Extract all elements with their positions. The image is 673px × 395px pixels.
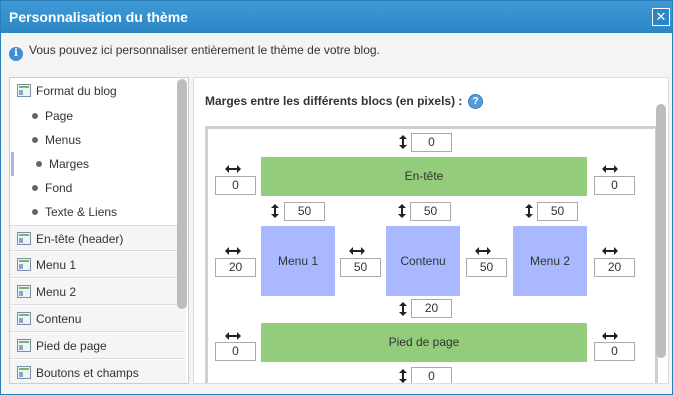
main-panel: Marges entre les différents blocs (en pi…	[193, 77, 669, 384]
sidebar-item-label: En-tête (header)	[36, 232, 124, 246]
vertical-resize-icon	[271, 204, 279, 218]
sidebar-item-boutons-champs[interactable]: Boutons et champs	[10, 360, 186, 383]
main-scrollbar[interactable]	[656, 104, 666, 358]
sidebar-subitem-texte-liens[interactable]: Texte & Liens	[10, 200, 186, 224]
layout-icon	[17, 312, 31, 325]
horizontal-resize-icon	[602, 165, 618, 173]
menu2-right-margin-input[interactable]: 20	[594, 258, 635, 277]
sidebar-item-pied-de-page[interactable]: Pied de page	[10, 333, 186, 359]
horizontal-resize-icon	[475, 247, 491, 255]
dialog-title: Personnalisation du thème	[9, 9, 188, 25]
content-block[interactable]: Contenu	[386, 226, 460, 296]
sidebar-item-label: Marges	[49, 157, 90, 171]
sidebar-item-label: Format du blog	[36, 84, 117, 98]
horizontal-resize-icon	[349, 247, 365, 255]
sidebar-subitem-page[interactable]: Page	[10, 104, 186, 128]
horizontal-resize-icon	[225, 247, 241, 255]
margin-bottom-input[interactable]: 0	[411, 367, 452, 383]
info-icon: i	[9, 47, 23, 61]
info-message: i Vous pouvez ici personnaliser entièreme…	[9, 43, 380, 61]
menu2-block[interactable]: Menu 2	[513, 226, 587, 296]
sidebar-item-label: Menu 1	[36, 258, 77, 272]
layout-preview: 0 0 En-tête 0 50 50 50 20 Menu 1 50 Cont…	[205, 126, 658, 383]
section-heading: Marges entre les différents blocs (en pi…	[205, 94, 463, 108]
active-indicator	[11, 152, 14, 176]
footer-right-margin-input[interactable]: 0	[594, 342, 635, 361]
sidebar-item-menu-1[interactable]: Menu 1	[10, 252, 186, 278]
vertical-resize-icon	[399, 369, 407, 383]
vertical-resize-icon	[525, 204, 533, 218]
sidebar-subitem-menus[interactable]: Menus	[10, 128, 186, 152]
menu1-content-margin-input[interactable]: 50	[340, 258, 381, 277]
sidebar-item-label: Boutons et champs	[36, 366, 139, 380]
menu2-top-margin-input[interactable]: 50	[537, 202, 578, 221]
layout-icon	[17, 232, 31, 245]
footer-left-margin-input[interactable]: 0	[215, 342, 256, 361]
form-icon	[17, 366, 31, 379]
sidebar-item-label: Menus	[45, 133, 82, 147]
sidebar: Format du blog Page Menus Marges Fond Te…	[9, 77, 189, 384]
close-icon[interactable]: ✕	[652, 8, 670, 26]
bullet-icon	[32, 209, 38, 215]
sidebar-subitem-marges[interactable]: Marges	[10, 152, 186, 176]
title-bar: Personnalisation du thème ✕	[1, 1, 672, 33]
sidebar-item-label: Fond	[45, 181, 73, 195]
menu1-top-margin-input[interactable]: 50	[284, 202, 325, 221]
header-left-margin-input[interactable]: 0	[215, 176, 256, 195]
sidebar-item-menu-2[interactable]: Menu 2	[10, 279, 186, 305]
vertical-resize-icon	[399, 135, 407, 149]
sidebar-subitem-fond[interactable]: Fond	[10, 176, 186, 200]
layout-icon	[17, 339, 31, 352]
sidebar-item-format-du-blog[interactable]: Format du blog	[10, 78, 186, 104]
sidebar-item-contenu[interactable]: Contenu	[10, 306, 186, 332]
bullet-icon	[36, 161, 42, 167]
sidebar-item-label: Pied de page	[36, 339, 107, 353]
layout-icon	[17, 285, 31, 298]
margin-top-input[interactable]: 0	[411, 133, 452, 152]
horizontal-resize-icon	[602, 332, 618, 340]
footer-block[interactable]: Pied de page	[261, 323, 587, 362]
help-icon[interactable]: ?	[468, 94, 483, 109]
above-footer-margin-input[interactable]: 20	[411, 299, 452, 318]
horizontal-resize-icon	[225, 332, 241, 340]
sidebar-item-label: Menu 2	[36, 285, 77, 299]
horizontal-resize-icon	[602, 247, 618, 255]
sidebar-item-label: Page	[45, 109, 74, 123]
layout-icon	[17, 84, 31, 97]
sidebar-item-label: Contenu	[36, 312, 82, 326]
bullet-icon	[32, 137, 38, 143]
horizontal-resize-icon	[225, 165, 241, 173]
content-menu2-margin-input[interactable]: 50	[466, 258, 507, 277]
theme-dialog: Personnalisation du thème ✕ i Vous pouvez…	[0, 0, 673, 395]
content-top-margin-input[interactable]: 50	[410, 202, 451, 221]
vertical-resize-icon	[398, 204, 406, 218]
vertical-resize-icon	[399, 302, 407, 316]
menu1-left-margin-input[interactable]: 20	[215, 258, 256, 277]
sidebar-item-en-tete[interactable]: En-tête (header)	[10, 225, 186, 251]
menu1-block[interactable]: Menu 1	[261, 226, 335, 296]
info-text: Vous pouvez ici personnaliser entièremen…	[29, 43, 380, 57]
layout-icon	[17, 258, 31, 271]
bullet-icon	[32, 185, 38, 191]
sidebar-scrollbar[interactable]	[177, 79, 187, 309]
sidebar-item-label: Texte & Liens	[45, 205, 118, 219]
bullet-icon	[32, 113, 38, 119]
header-block[interactable]: En-tête	[261, 157, 587, 196]
header-right-margin-input[interactable]: 0	[594, 176, 635, 195]
